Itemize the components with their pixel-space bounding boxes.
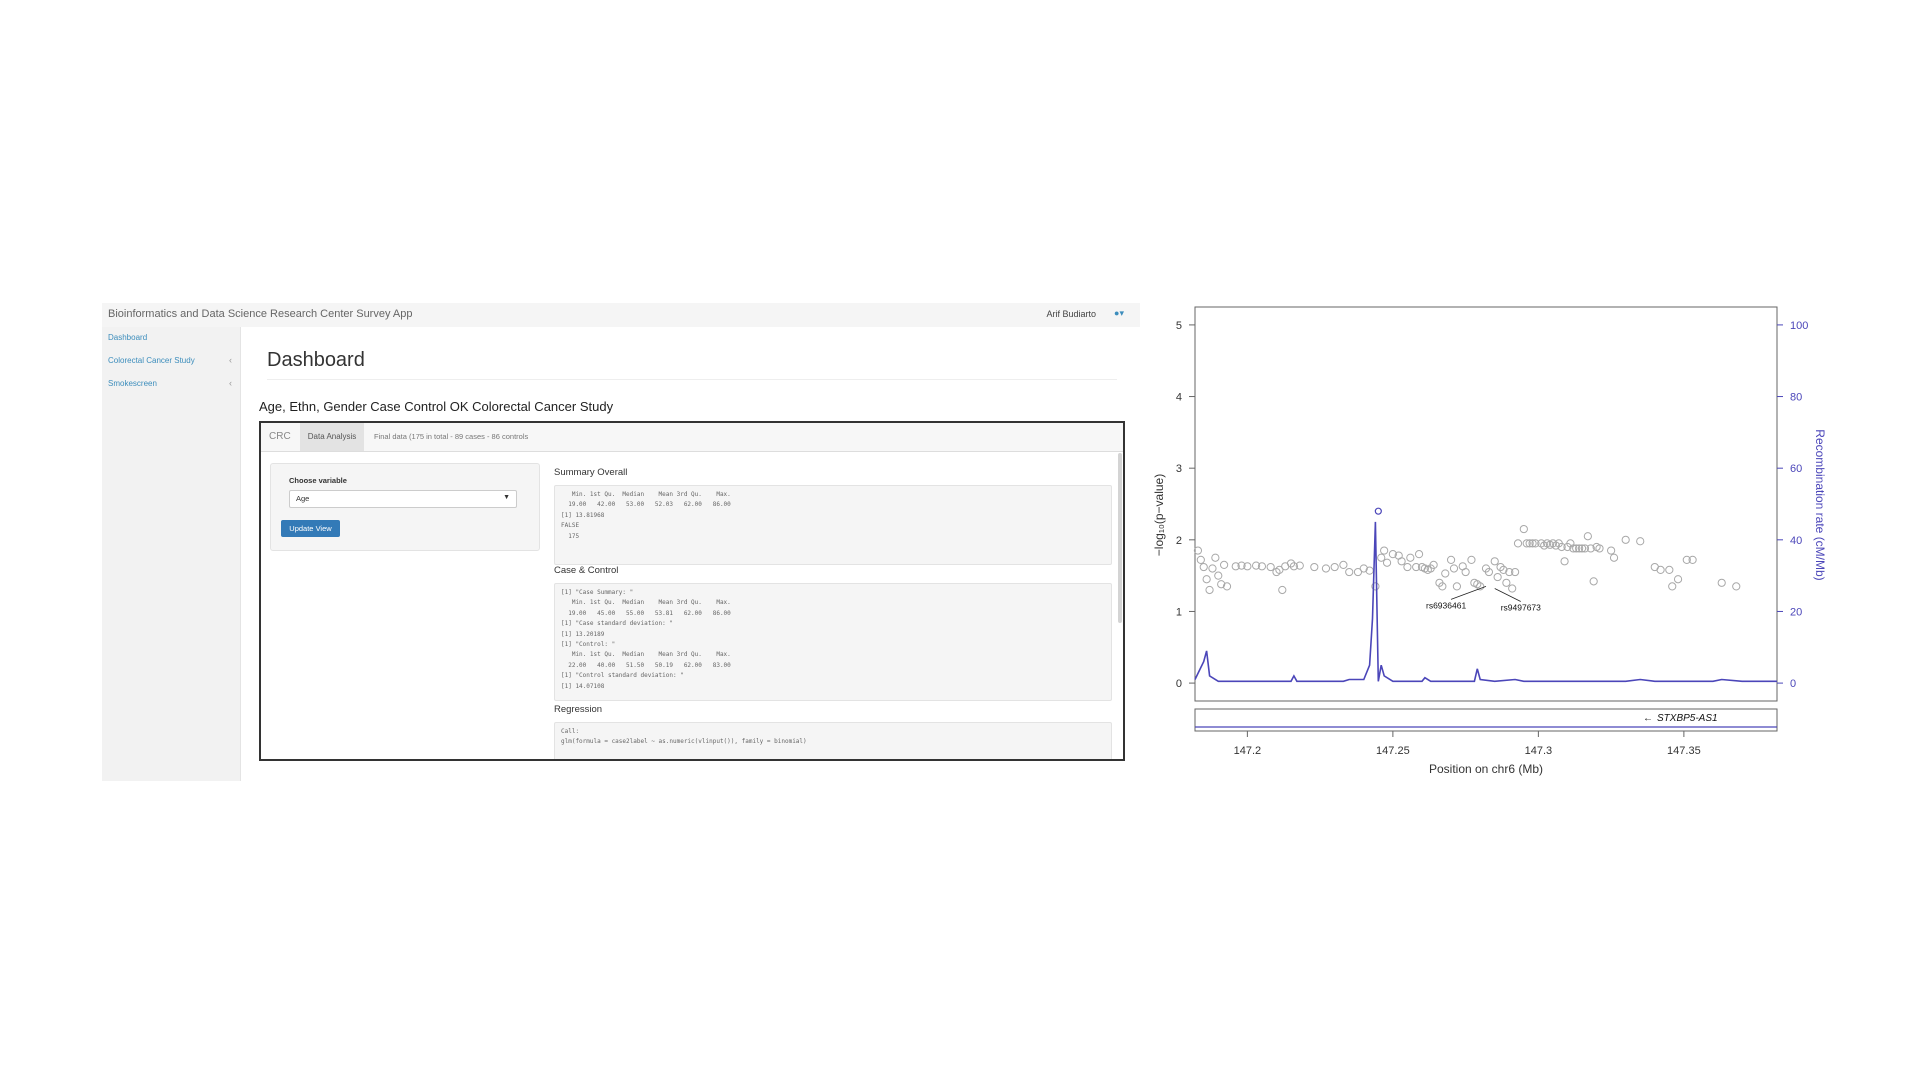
gene-label: STXBP5-AS1: [1657, 713, 1718, 724]
user-name[interactable]: Arif Budiarto: [1046, 309, 1096, 319]
chevron-left-icon: ‹: [229, 355, 232, 365]
sidebar-item-dashboard[interactable]: Dashboard: [102, 327, 240, 349]
output-line: Min. 1st Qu. Median Mean 3rd Qu. Max.: [561, 651, 731, 659]
sidebar-item-colorectal-cancer-study[interactable]: Colorectal Cancer Study ‹: [102, 350, 240, 372]
output-line: 19.00 45.00 55.00 53.81 62.00 86.00: [561, 609, 731, 617]
y-axis: 0 1 2 3 4 5: [1176, 320, 1195, 690]
output-line: [1] "Control: ": [561, 641, 616, 649]
y-tick-label: 3: [1176, 463, 1182, 475]
control-panel: Choose variable Age ▼ Update View: [270, 463, 540, 551]
variable-select-value: Age: [296, 494, 310, 503]
y-tick-label: 1: [1176, 606, 1182, 618]
tab-final-data[interactable]: Final data (175 in total - 89 cases - 86…: [374, 432, 528, 441]
study-panel: CRC Data Analysis Final data (175 in tot…: [259, 421, 1125, 761]
title-divider: [267, 379, 1117, 380]
x-axis: 147.2 147.25 147.3 147.35: [1234, 731, 1701, 757]
regional-association-plot: 0 1 2 3 4 5 0 20 40 60 80 100 rs6936461 rs9497673 −…: [1152, 306, 1827, 776]
tab-crc[interactable]: CRC: [269, 431, 291, 442]
sidebar-item-label: Colorectal Cancer Study: [108, 356, 195, 365]
sidebar: Dashboard Colorectal Cancer Study ‹ Smok…: [102, 327, 241, 781]
tab-bar: CRC Data Analysis Final data (175 in tot…: [261, 423, 1123, 452]
y2-axis-label: Recombination rate (cM/Mb): [1813, 429, 1827, 580]
output-line: [1] 14.07108: [561, 682, 605, 690]
x-axis-label: Position on chr6 (Mb): [1429, 762, 1543, 776]
y2-tick-label: 80: [1790, 392, 1802, 404]
summary-overall-output: Min. 1st Qu. Median Mean 3rd Qu. Max. 19…: [554, 485, 1112, 565]
annotation-label: rs6936461: [1426, 600, 1466, 610]
variable-select[interactable]: Age ▼: [289, 490, 517, 508]
survey-app-window: Bioinformatics and Data Science Research…: [102, 303, 1140, 781]
caret-down-icon: ▼: [503, 494, 510, 501]
y-axis-label: −log₁₀(p−value): [1152, 474, 1166, 556]
y-tick-label: 4: [1176, 392, 1182, 404]
output-line: [1] "Case Summary: ": [561, 589, 634, 596]
x-tick-label: 147.35: [1667, 745, 1701, 757]
output-line: [1] 13.20189: [561, 630, 605, 638]
summary-overall-title: Summary Overall: [554, 467, 628, 478]
output-line: Min. 1st Qu. Median Mean 3rd Qu. Max.: [561, 491, 731, 498]
app-header: Bioinformatics and Data Science Research…: [102, 303, 1140, 328]
main-content: Dashboard Age, Ethn, Gender Case Control…: [241, 327, 1140, 781]
x-tick-label: 147.2: [1234, 745, 1262, 757]
output-line: [1] "Control standard deviation: ": [561, 672, 684, 680]
y2-axis: 0 20 40 60 80 100: [1777, 320, 1808, 690]
regression-output: Call: glm(formula = case2label ~ as.nume…: [554, 722, 1112, 759]
case-control-output: [1] "Case Summary: " Min. 1st Qu. Median…: [554, 583, 1112, 701]
user-icon[interactable]: ●▾: [1114, 308, 1124, 319]
output-line: 175: [561, 532, 580, 540]
study-title: Age, Ethn, Gender Case Control OK Colore…: [259, 399, 614, 414]
output-line: [1] 13.81968: [561, 511, 605, 519]
output-line: [1] "Case standard deviation: ": [561, 620, 673, 628]
output-line: glm(formula = case2label ~ as.numeric(vl…: [561, 738, 807, 746]
app-title: Bioinformatics and Data Science Research…: [108, 308, 413, 320]
y-tick-label: 5: [1176, 320, 1182, 332]
gene-arrow-icon: ←: [1643, 713, 1653, 724]
x-tick-label: 147.3: [1525, 745, 1553, 757]
sidebar-item-smokescreen[interactable]: Smokescreen ‹: [102, 373, 240, 395]
y2-tick-label: 60: [1790, 463, 1802, 475]
y2-tick-label: 40: [1790, 535, 1802, 547]
update-view-button[interactable]: Update View: [281, 520, 340, 537]
output-line: 22.00 40.00 51.50 50.19 62.00 83.00: [561, 661, 731, 669]
y2-tick-label: 20: [1790, 606, 1802, 618]
output-line: Call:: [561, 728, 580, 735]
sidebar-item-label: Smokescreen: [108, 379, 157, 388]
tab-data-analysis[interactable]: Data Analysis: [300, 423, 364, 451]
case-control-title: Case & Control: [554, 565, 619, 576]
annotation-label: rs9497673: [1501, 603, 1541, 613]
y2-tick-label: 100: [1790, 320, 1808, 332]
x-tick-label: 147.25: [1376, 745, 1410, 757]
page-title: Dashboard: [267, 349, 365, 371]
output-line: Min. 1st Qu. Median Mean 3rd Qu. Max.: [561, 599, 731, 607]
sidebar-item-label: Dashboard: [108, 333, 148, 342]
regression-title: Regression: [554, 704, 603, 715]
output-line: 19.00 42.00 53.00 52.03 62.00 86.00: [561, 501, 731, 509]
y-tick-label: 2: [1176, 535, 1182, 547]
y-tick-label: 0: [1176, 678, 1182, 690]
scrollbar[interactable]: [1118, 453, 1122, 623]
output-line: FALSE: [561, 522, 580, 530]
choose-variable-label: Choose variable: [289, 476, 347, 485]
y2-tick-label: 0: [1790, 678, 1796, 690]
plot-frame: [1194, 306, 1778, 702]
chevron-left-icon: ‹: [229, 378, 232, 388]
